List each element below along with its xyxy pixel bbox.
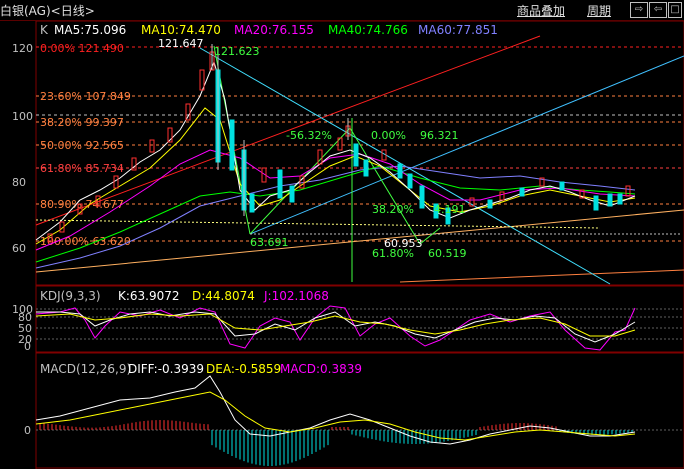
- annotation-val-96: 96.321: [420, 129, 459, 142]
- title-bar: 白银(AG)<日线> 商品叠加 周期 ⇨ ⇦ □: [0, 0, 684, 21]
- annotation-val-4191: 4.191: [434, 203, 466, 216]
- fib-label: 0.00% 121.490: [40, 42, 124, 55]
- annotation-high: 121.647: [158, 37, 204, 50]
- candlesticks: [47, 44, 631, 243]
- legend-ma20: MA20:76.155: [234, 23, 314, 37]
- legend-ma40: MA40:74.766: [328, 23, 408, 37]
- close-icon[interactable]: □: [668, 2, 682, 18]
- next-icon[interactable]: ⇦: [649, 2, 667, 18]
- macd-lines: [35, 375, 636, 445]
- annotation-pct-neg: -56.32%: [286, 129, 332, 142]
- price-panel: [35, 21, 684, 286]
- annotation-pct-382: 38.20%: [372, 203, 414, 216]
- fib-label: 38.20% 99.397: [40, 116, 124, 129]
- macd-legend-macd: MACD:0.3839: [280, 362, 362, 376]
- fib-label: 23.60% 107.849: [40, 90, 131, 103]
- trend-lines: [35, 35, 684, 285]
- fib-label: 61.80% 85.734: [40, 162, 124, 175]
- price-tick: 60: [12, 242, 26, 255]
- macd-legend-name: MACD(12,26,9): [40, 362, 131, 376]
- price-tick: 80: [12, 176, 26, 189]
- fib-label: 50.00% 92.565: [40, 139, 124, 152]
- price-tick: 100: [12, 110, 33, 123]
- annotation-pct-zero: 0.00%: [371, 129, 406, 142]
- legend-ma5: MA5:75.096: [54, 23, 126, 37]
- legend-ma60: MA60:77.851: [418, 23, 498, 37]
- price-tick: 120: [12, 42, 33, 55]
- prev-icon[interactable]: ⇨: [630, 2, 648, 18]
- annotation-low1: 63.691: [250, 236, 289, 249]
- period-button[interactable]: 周期: [587, 2, 611, 19]
- overlay-commodity-button[interactable]: 商品叠加: [517, 2, 565, 19]
- legend-k: K: [40, 23, 49, 37]
- macd-tick: 0: [24, 424, 31, 437]
- annotation-val-60519: 60.519: [428, 247, 467, 260]
- annotation-pct-618: 61.80%: [372, 247, 414, 260]
- kdj-legend-name: KDJ(9,3,3): [40, 289, 101, 303]
- chart-canvas[interactable]: K MA5:75.096 MA10:74.470 MA20:76.155 MA4…: [0, 21, 684, 469]
- macd-legend-diff: DIFF:-0.3939: [128, 362, 204, 376]
- kdj-tick: 0: [24, 340, 31, 353]
- legend-ma10: MA10:74.470: [141, 23, 221, 37]
- kdj-legend-k: K:63.9072: [118, 289, 180, 303]
- kdj-legend-j: J:102.1068: [263, 289, 329, 303]
- macd-legend-dea: DEA:-0.5859: [206, 362, 281, 376]
- chart-title: 白银(AG)<日线>: [0, 4, 95, 18]
- kdj-legend-d: D:44.8074: [192, 289, 255, 303]
- annotation-high2: 121.623: [214, 45, 260, 58]
